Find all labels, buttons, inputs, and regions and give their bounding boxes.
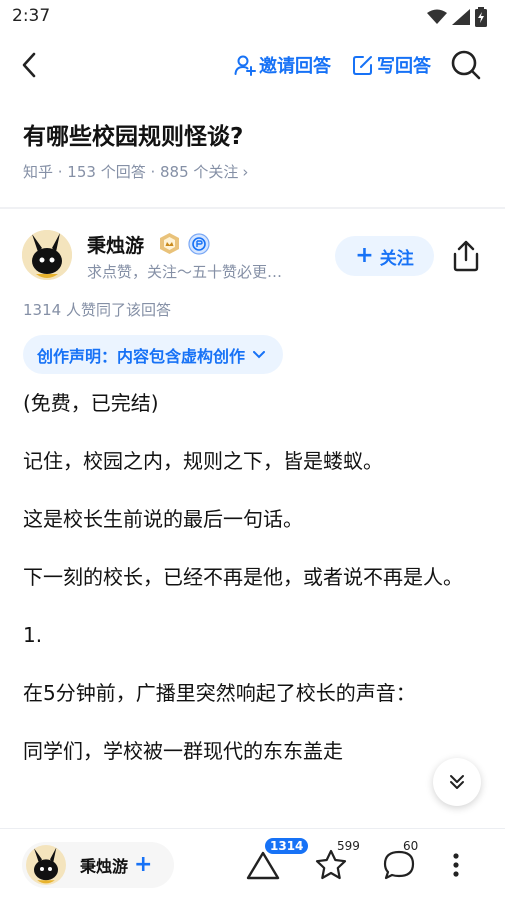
search-icon: [451, 50, 481, 80]
signal-icon: [452, 9, 470, 25]
declaration-label: 创作声明：内容包含虚构创作: [37, 346, 246, 366]
answer-content-viewport[interactable]: (免费，已完结) 记住，校园之内，规则之下，皆是蝼蚁。 这是校长生前说的最后一句…: [0, 386, 505, 828]
search-button[interactable]: [450, 49, 482, 81]
question-meta[interactable]: 知乎 · 153 个回答 · 885 个关注 ›: [23, 161, 248, 182]
follow-button[interactable]: + 关注: [335, 236, 434, 276]
share-icon: [453, 240, 479, 272]
question-title[interactable]: 有哪些校园规则怪谈?: [23, 117, 243, 151]
avatar-image: [26, 845, 66, 885]
scroll-down-button[interactable]: [433, 758, 481, 806]
back-arrow-icon: [22, 52, 36, 78]
more-vertical-icon: [453, 853, 459, 877]
question-meta-text: 知乎 · 153 个回答 · 885 个关注: [23, 163, 239, 181]
follow-plus-icon[interactable]: +: [134, 854, 152, 876]
invite-user-icon: [234, 55, 256, 76]
author-chip[interactable]: 秉烛游 +: [22, 842, 174, 888]
section-divider: [0, 207, 505, 209]
comment-count: 60: [403, 839, 419, 853]
answer-paragraph: 下一刻的校长，已经不再是他，或者说不再是人。: [23, 565, 463, 589]
answer-content: (免费，已完结) 记住，校园之内，规则之下，皆是蝼蚁。 这是校长生前说的最后一句…: [23, 386, 483, 792]
plus-icon: +: [355, 243, 374, 268]
chip-author-name: 秉烛游: [80, 857, 129, 876]
answer-paragraph: 这是校长生前说的最后一句话。: [23, 507, 303, 531]
follow-label: 关注: [379, 248, 414, 269]
invite-answer-button[interactable]: 邀请回答: [234, 52, 331, 78]
author-bio: 求点赞，关注～五十赞必更…: [87, 263, 283, 281]
more-options-button[interactable]: [446, 847, 482, 883]
nav-bar: 邀请回答 写回答: [0, 40, 505, 90]
answer-paragraph: (免费，已完结): [23, 391, 159, 415]
bottom-action-bar: 秉烛游 + 1314 599 60: [0, 828, 505, 898]
upvote-count: 1314: [265, 838, 309, 854]
creation-declaration[interactable]: 创作声明：内容包含虚构创作: [23, 335, 284, 374]
status-bar: 2:37: [0, 0, 505, 34]
double-chevron-down-icon: [450, 775, 464, 789]
invite-answer-label: 邀请回答: [259, 56, 331, 77]
author-name[interactable]: 秉烛游: [87, 231, 144, 258]
chevron-down-icon: [253, 350, 266, 358]
avatar-image: [22, 230, 72, 280]
share-button[interactable]: [451, 240, 481, 272]
favorite-count: 599: [337, 839, 360, 853]
wifi-icon: [427, 9, 447, 24]
write-answer-label: 写回答: [377, 56, 431, 77]
answer-paragraph: 1.: [23, 623, 43, 647]
creator-level-icon: [160, 233, 179, 254]
back-button[interactable]: [14, 50, 44, 80]
write-answer-button[interactable]: 写回答: [352, 52, 431, 78]
chip-avatar: [26, 845, 66, 885]
verified-badge-icon: [188, 233, 210, 255]
author-avatar[interactable]: [22, 230, 72, 280]
chevron-right-icon: ›: [242, 162, 249, 181]
battery-icon: [475, 7, 487, 27]
edit-icon: [353, 56, 372, 75]
answer-paragraph: 同学们，学校被一群现代的东东盖走: [23, 739, 343, 763]
answer-paragraph: 记住，校园之内，规则之下，皆是蝼蚁。: [23, 449, 383, 473]
status-time: 2:37: [12, 6, 51, 26]
vote-info[interactable]: 1314 人赞同了该回答: [23, 299, 171, 320]
status-icons: [427, 7, 487, 27]
answer-paragraph: 在5分钟前，广播里突然响起了校长的声音：: [23, 681, 416, 705]
